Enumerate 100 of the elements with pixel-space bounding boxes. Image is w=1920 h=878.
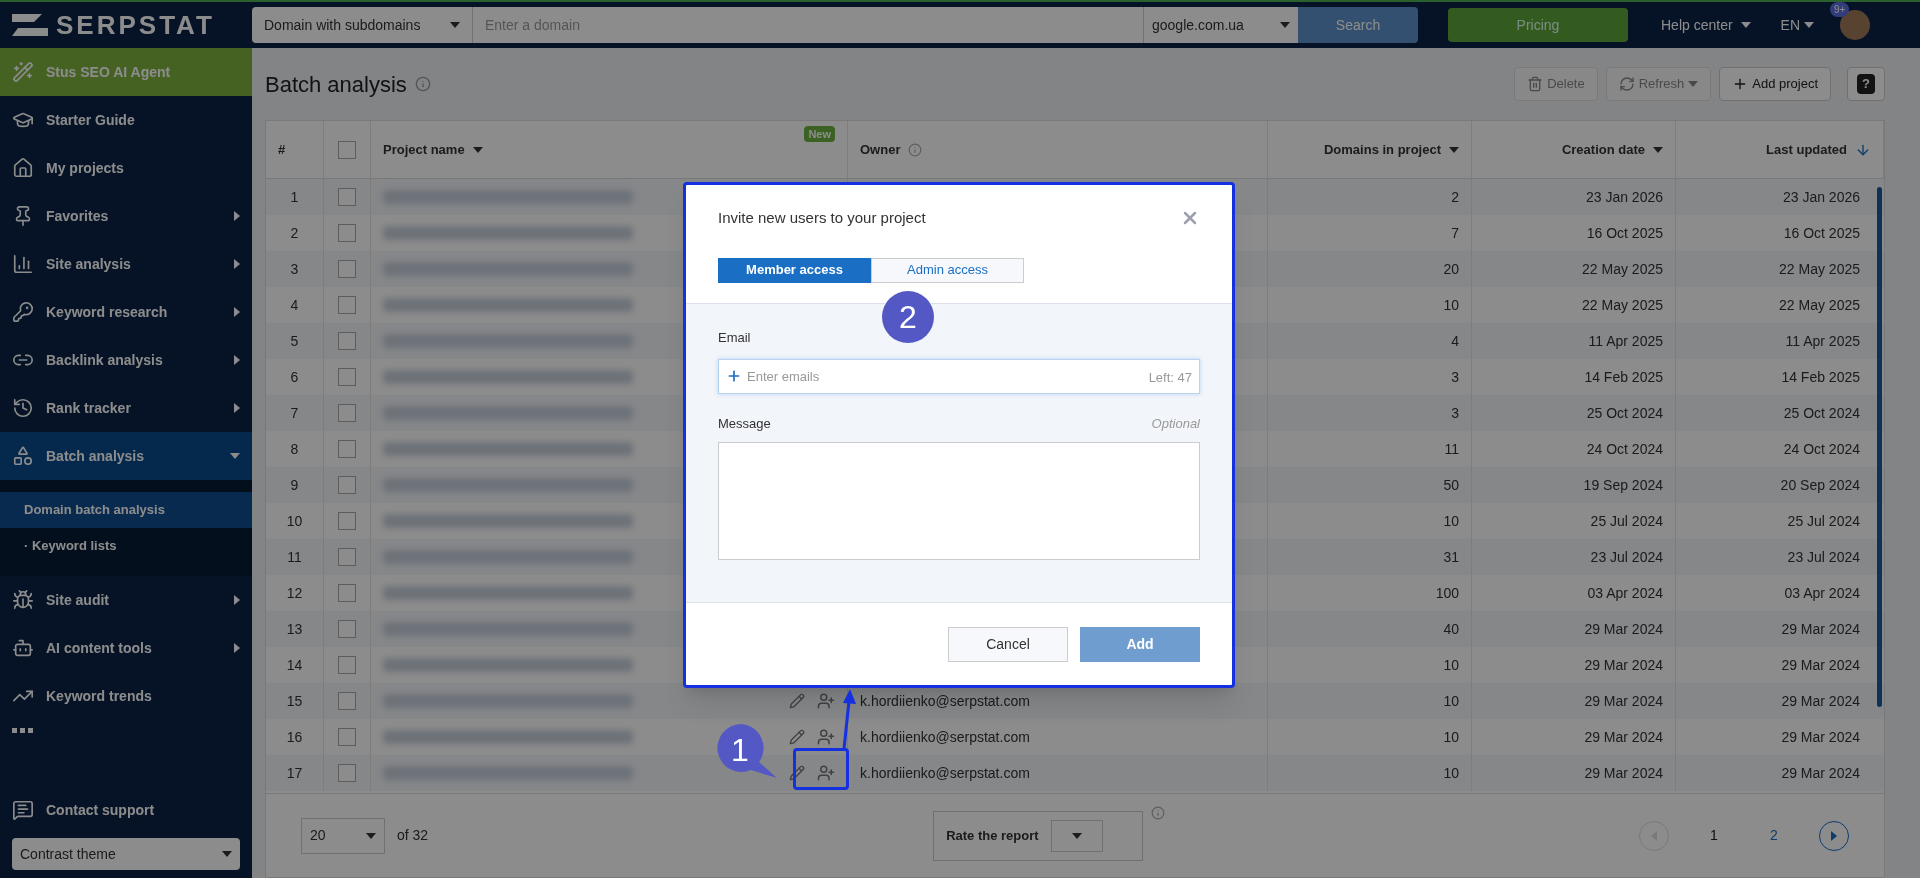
add-user-icon[interactable] (817, 764, 835, 782)
help-button[interactable]: ? (1847, 67, 1885, 101)
table-cell-text: 2 (1451, 187, 1459, 207)
pencil-icon[interactable] (789, 729, 805, 745)
domain-field[interactable]: Enter a domain (472, 7, 1143, 43)
chat-icon (12, 799, 34, 821)
checkbox[interactable] (338, 584, 356, 602)
column-header[interactable]: Project name (383, 139, 465, 160)
checkbox[interactable] (338, 476, 356, 494)
row-number: 17 (286, 763, 303, 783)
checkbox[interactable] (338, 692, 356, 710)
shapes-icon (12, 445, 34, 467)
checkbox[interactable] (338, 656, 356, 674)
table-cell-text: 16 Oct 2025 (1783, 223, 1860, 243)
table-cell-text: 29 Mar 2024 (1584, 691, 1663, 711)
refresh-icon (1618, 76, 1635, 92)
submenu-item[interactable]: · Keyword lists (0, 528, 252, 564)
owner-email: k.hordiienko@serpstat.com (860, 727, 1030, 747)
table-cell-text: 03 Apr 2024 (1587, 583, 1663, 603)
table-cell-text: 23 Jul 2024 (1787, 547, 1860, 567)
database-select[interactable]: google.com.ua (1143, 7, 1298, 43)
sidebar-item[interactable]: Keyword trends (0, 672, 252, 720)
row-number: 1 (290, 187, 299, 207)
checkbox[interactable] (338, 728, 356, 746)
message-field[interactable] (718, 441, 1200, 560)
row-number: 11 (287, 547, 302, 567)
theme-select[interactable]: Contrast theme (12, 838, 240, 870)
column-header[interactable]: Owner (860, 139, 901, 160)
page-link[interactable]: 2 (1759, 825, 1789, 846)
table-cell-text: 14 Feb 2025 (1781, 367, 1860, 387)
submenu-item[interactable]: Domain batch analysis (0, 492, 252, 528)
sidebar-item[interactable]: Rank tracker (0, 384, 252, 432)
checkbox[interactable] (338, 368, 356, 386)
sidebar-item[interactable]: Starter Guide (0, 96, 252, 144)
table-cell-text: 10 (1443, 655, 1459, 675)
add-button[interactable]: Add project (1719, 67, 1831, 101)
row-number: 12 (286, 583, 303, 603)
table-cell-text: 11 Apr 2025 (1785, 331, 1860, 351)
column-header[interactable]: Creation date (1561, 139, 1645, 160)
sidebar-item[interactable]: AI content tools (0, 624, 252, 672)
info-icon (414, 76, 431, 92)
sidebar-item[interactable]: Site audit (0, 576, 252, 624)
language-menu[interactable]: EN (1780, 14, 1815, 36)
access-tab[interactable]: Admin access (871, 257, 1024, 283)
row-number: 13 (286, 619, 303, 639)
sidebar-item[interactable]: Backlink analysis (0, 336, 252, 384)
owner-email: k.hordiienko@serpstat.com (860, 763, 1030, 783)
search-type-select[interactable]: Domain with subdomains (252, 7, 472, 43)
add-user-icon[interactable] (817, 692, 835, 710)
row-number: 14 (286, 655, 303, 675)
sidebar-item[interactable]: Site analysis (0, 240, 252, 288)
checkbox[interactable] (338, 224, 356, 242)
checkbox[interactable] (338, 404, 356, 422)
logo[interactable]: SERPSTAT (56, 5, 215, 45)
page-link[interactable]: 1 (1699, 825, 1729, 846)
column-header[interactable]: Last updated (1766, 139, 1847, 160)
bug-icon (12, 589, 34, 611)
help-menu[interactable]: Help center (1661, 14, 1751, 36)
caret-icon (366, 832, 376, 839)
sidebar-item[interactable]: Batch analysis (0, 432, 252, 480)
page-size-select[interactable]: 20 (301, 817, 385, 854)
checkbox[interactable] (338, 620, 356, 638)
checkbox[interactable] (338, 188, 356, 206)
column-header[interactable]: Domains in project (1323, 139, 1441, 160)
caret-icon (234, 355, 240, 365)
pencil-icon[interactable] (789, 765, 805, 781)
info-icon (908, 142, 923, 157)
row-number: 6 (290, 367, 299, 387)
row-number: 5 (290, 331, 299, 351)
sidebar-item[interactable]: Favorites (0, 192, 252, 240)
checkbox[interactable] (338, 296, 356, 314)
table-cell-text: 22 May 2025 (1582, 295, 1663, 315)
scrollbar[interactable] (1877, 187, 1882, 707)
page-title: Batch analysis (265, 70, 407, 99)
table-cell-text: 50 (1443, 475, 1459, 495)
pencil-icon[interactable] (789, 693, 805, 709)
table-cell-text: 29 Mar 2024 (1584, 763, 1663, 783)
table-cell-text: 14 Feb 2025 (1584, 367, 1663, 387)
cancel-button[interactable]: Cancel (948, 626, 1068, 662)
sidebar-item[interactable]: My projects (0, 144, 252, 192)
sidebar-item[interactable]: Contact support (0, 786, 252, 834)
checkbox[interactable] (338, 440, 356, 458)
checkbox[interactable] (338, 512, 356, 530)
table-cell-text: 40 (1443, 619, 1459, 639)
row-number: 7 (290, 403, 299, 423)
table-cell-text: 29 Mar 2024 (1781, 655, 1860, 675)
access-tab[interactable]: Member access (718, 257, 871, 283)
checkbox[interactable] (338, 260, 356, 278)
checkbox[interactable] (338, 140, 356, 159)
rating-select[interactable] (1050, 819, 1103, 852)
table-cell-text: 3 (1451, 367, 1459, 387)
column-header[interactable]: # (278, 139, 286, 160)
sidebar-item[interactable]: Keyword research (0, 288, 252, 336)
table-cell-text: 7 (1451, 223, 1459, 243)
checkbox[interactable] (338, 548, 356, 566)
checkbox[interactable] (338, 332, 356, 350)
caret-icon (472, 146, 483, 153)
checkbox[interactable] (338, 764, 356, 782)
table-cell-text: 24 Oct 2024 (1783, 439, 1860, 459)
add-user-icon[interactable] (817, 728, 835, 746)
